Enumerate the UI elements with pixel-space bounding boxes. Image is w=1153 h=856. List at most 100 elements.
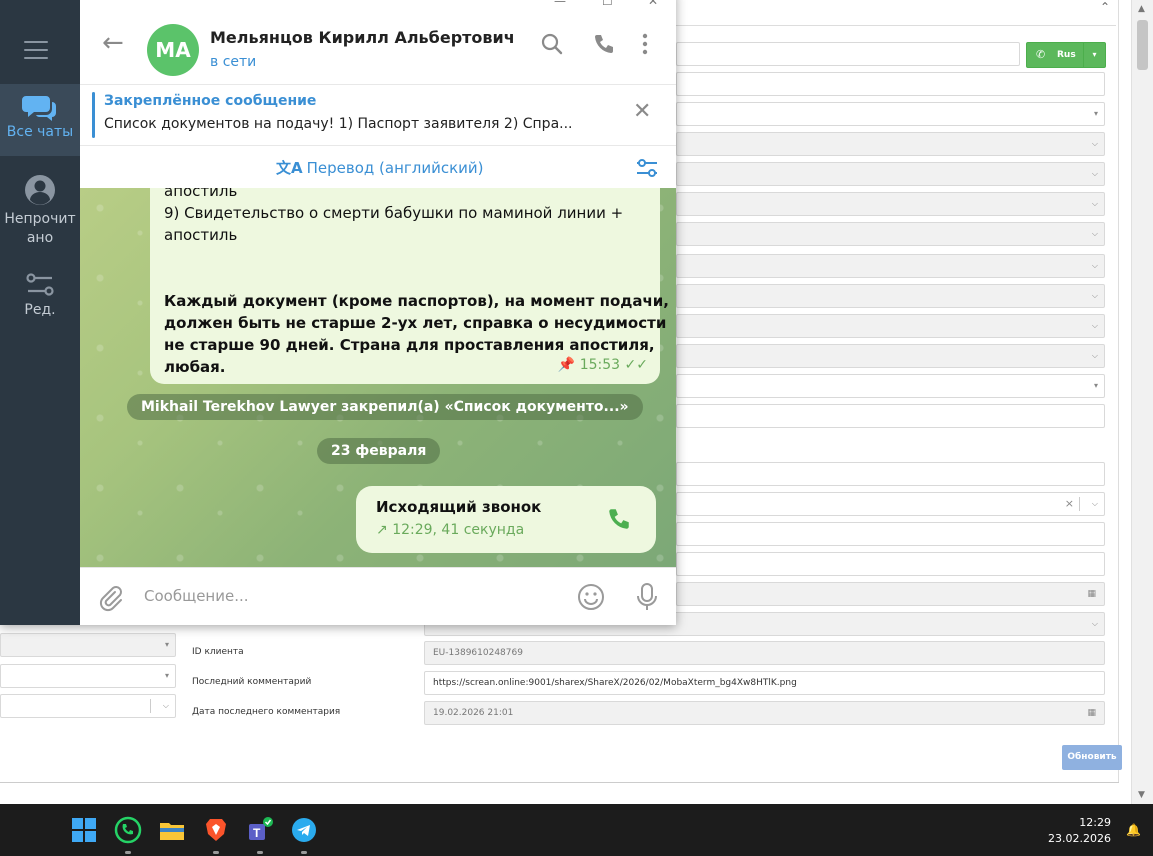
system-clock[interactable]: 12:29 23.02.2026 (1048, 815, 1111, 847)
teams-icon[interactable]: T (246, 816, 274, 844)
phone-icon: ✆ (1036, 48, 1046, 61)
message-input[interactable]: Сообщение... (144, 587, 249, 605)
emoji-icon[interactable] (576, 582, 606, 612)
phone-icon[interactable] (592, 32, 616, 56)
avatar[interactable]: МА (147, 24, 199, 76)
crm-select-10[interactable]: ▾ (676, 374, 1105, 398)
translate-icon: 文A (276, 159, 303, 177)
call-back-phone-icon[interactable] (606, 506, 632, 532)
brave-browser-icon[interactable] (202, 816, 230, 844)
chevron-up-icon[interactable]: ⌃ (1100, 0, 1110, 14)
call-lang-button[interactable]: ✆ Rus ▾ (1026, 42, 1106, 68)
call-details: ↗ 12:29, 41 секунда (376, 522, 524, 538)
incoming-message[interactable]: апостиль 9) Свидетельство о смерти бабуш… (150, 188, 669, 384)
crm-field-5[interactable] (676, 552, 1105, 576)
chats-icon (22, 96, 56, 121)
attach-icon[interactable] (96, 584, 124, 612)
pinned-text: Список документов на подачу! 1) Паспорт … (104, 116, 573, 132)
pinned-title: Закреплённое сообщение (104, 93, 317, 109)
sidebar-item-unread[interactable]: Непрочитано (0, 174, 80, 252)
service-pinned-notice[interactable]: Mikhail Terekhov Lawyer закрепил(а) «Спи… (127, 394, 643, 420)
crm-select-2[interactable]: ⌵ (676, 132, 1105, 156)
pinned-accent-bar (92, 92, 95, 138)
chat-header: ← МА Мельянцов Кирилл Альбертович в сети (80, 10, 676, 85)
message-line: апостиль (164, 188, 238, 200)
crm-field-1[interactable] (676, 72, 1105, 96)
clock-time: 12:29 (1079, 816, 1111, 829)
menu-icon[interactable] (24, 41, 48, 59)
message-line: Каждый документ (кроме паспортов), на мо… (164, 292, 669, 310)
clear-icon[interactable]: × (1065, 493, 1074, 515)
taskbar: T 12:29 23.02.2026 🔔 (0, 804, 1153, 856)
last-comment-label: Последний комментарий (192, 677, 312, 687)
message-spacer (164, 246, 646, 268)
edit-filters-icon (26, 273, 54, 296)
telegram-icon[interactable] (290, 816, 318, 844)
outgoing-call-message[interactable]: Исходящий звонок ↗ 12:29, 41 секунда (356, 486, 656, 553)
phone-field[interactable] (676, 42, 1020, 66)
update-button[interactable]: Обновить (1062, 745, 1122, 770)
crm-left-select-2[interactable]: ▾ (0, 664, 176, 688)
crm-select-5[interactable]: ⌵ (676, 222, 1105, 246)
client-id-label: ID клиента (192, 647, 244, 657)
whatsapp-icon[interactable] (114, 816, 142, 844)
sidebar-item-all-chats[interactable]: Все чаты (0, 84, 80, 156)
more-vertical-icon[interactable] (640, 32, 650, 56)
running-indicator (125, 851, 131, 854)
last-comment-field[interactable]: https://screan.online:9001/sharex/ShareX… (424, 671, 1105, 695)
search-icon[interactable] (540, 32, 564, 56)
calendar-icon[interactable]: ▦ (1087, 702, 1096, 724)
user-circle-icon (25, 175, 55, 205)
sidebar-item-edit[interactable]: Ред. (0, 272, 80, 332)
back-arrow-icon[interactable]: ← (102, 28, 124, 58)
sidebar-item-label: Ред. (24, 302, 56, 318)
crm-select-7[interactable]: ⌵ (676, 284, 1105, 308)
lang-label: Rus (1057, 50, 1076, 60)
crm-field-4[interactable] (676, 522, 1105, 546)
crm-select-3[interactable]: ⌵ (676, 162, 1105, 186)
last-comment-date-field[interactable]: 19.02.2026 21:01 ▦ (424, 701, 1105, 725)
message-time: 15:53 (579, 357, 621, 373)
crm-multiselect[interactable]: × ⌵ (676, 492, 1105, 516)
pinned-message-bar[interactable]: Закреплённое сообщение Список документов… (80, 85, 676, 146)
clock-date: 23.02.2026 (1048, 832, 1111, 845)
crm-date-field[interactable]: ▦ (676, 582, 1105, 606)
crm-top-divider (676, 25, 1116, 26)
crm-field-3[interactable] (676, 462, 1105, 486)
crm-select-4[interactable]: ⌵ (676, 192, 1105, 216)
crm-select-9[interactable]: ⌵ (676, 344, 1105, 368)
double-check-icon: ✓✓ (624, 357, 648, 373)
call-details-text: 12:29, 41 секунда (392, 522, 525, 538)
message-composer: Сообщение... (80, 567, 676, 625)
messages-area[interactable]: апостиль 9) Свидетельство о смерти бабуш… (80, 188, 676, 567)
chat-title[interactable]: Мельянцов Кирилл Альбертович (210, 28, 515, 47)
telegram-sidebar: Все чаты Непрочитано Ред. (0, 0, 80, 625)
calendar-icon[interactable]: ▦ (1087, 583, 1096, 605)
crm-scrollbar[interactable]: ▲ ▼ (1131, 0, 1153, 804)
message-line: 9) Свидетельство о смерти бабушки по мам… (164, 204, 624, 222)
translate-settings-icon[interactable] (635, 157, 659, 179)
file-explorer-icon[interactable] (158, 816, 186, 844)
running-indicator (301, 851, 307, 854)
client-id-field[interactable]: EU-1389610248769 (424, 641, 1105, 665)
scroll-down-icon[interactable]: ▼ (1138, 790, 1145, 800)
crm-left-select-1[interactable]: ▾ (0, 633, 176, 657)
chat-status: в сети (210, 54, 257, 70)
crm-select-6[interactable]: ⌵ (676, 254, 1105, 278)
last-comment-date-value: 19.02.2026 21:01 (433, 708, 514, 718)
scrollbar-thumb[interactable] (1137, 20, 1148, 70)
notification-bell-icon[interactable]: 🔔 (1126, 823, 1141, 837)
crm-left-select-3[interactable]: ⌵ (0, 694, 176, 718)
crm-field-2[interactable] (676, 404, 1105, 428)
crm-select-8[interactable]: ⌵ (676, 314, 1105, 338)
translate-button[interactable]: 文A Перевод (английский) (276, 157, 484, 178)
chevron-down-icon[interactable]: ▾ (1083, 43, 1105, 67)
close-icon[interactable]: ✕ (633, 99, 651, 124)
microphone-icon[interactable] (636, 582, 658, 612)
call-title: Исходящий звонок (376, 498, 542, 516)
scroll-up-icon[interactable]: ▲ (1138, 4, 1145, 14)
message-spacer (164, 268, 646, 290)
chat-pane: ← МА Мельянцов Кирилл Альбертович в сети… (80, 0, 676, 625)
crm-select-1[interactable]: ▾ (676, 102, 1105, 126)
windows-start-icon[interactable] (70, 816, 98, 844)
